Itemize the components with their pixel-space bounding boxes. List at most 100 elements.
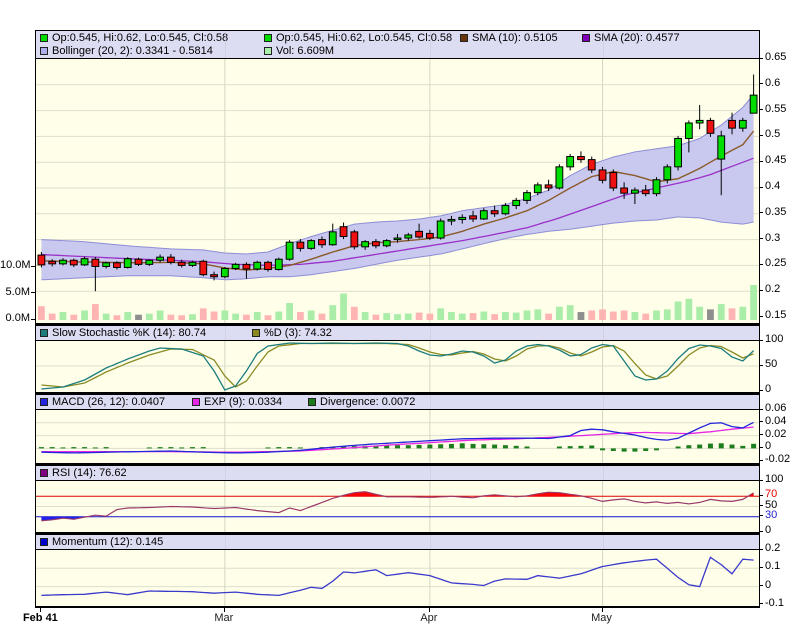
legend-gridline [224,395,226,409]
axis-label: -0.02 [765,453,791,466]
legend-row: Momentum (12): 0.145 [40,536,755,549]
legend-item-volume: Vol: 6.609M [264,45,334,57]
candle-body [641,189,650,195]
axis-label: 30 [765,508,778,521]
divergence-bar [686,445,692,449]
legend-item-momentum: Momentum (12): 0.145 [40,536,163,548]
candle-body [533,184,542,194]
candle-body [555,166,564,189]
candle-body [490,210,499,215]
volume-bar [48,313,56,320]
candle-body [253,261,262,270]
divergence-bar [600,448,606,451]
divergence-bar [675,446,681,449]
axis-tick [759,548,763,550]
candle-body [415,230,423,238]
candle-body [469,215,477,220]
volume-bar [264,315,272,320]
volume-bar [361,312,369,320]
axis-label: 0.3 [765,231,781,244]
axis-tick [759,109,763,111]
macd-plot [36,410,759,463]
axis-label: 0.04 [765,414,787,427]
divergence-bar [448,443,454,449]
divergence-bar [481,444,487,449]
divergence-bar [492,444,498,449]
volume-bar [750,285,758,320]
stochastic-plot [36,341,759,392]
divergence-bar [589,445,595,449]
volume-bar [707,309,714,320]
volume-bar [102,313,110,320]
volume-bar [415,312,423,320]
volume-bar [502,312,509,320]
candle-body [80,258,89,266]
candle-body [674,137,682,168]
candle-body [166,256,175,263]
axis-label: 50 [765,358,778,370]
divergence-bar [200,447,206,449]
volume-axis-label: 10.0M [0,259,31,271]
candle-body [285,241,294,260]
volume-bar [599,309,606,320]
sma20-swatch [582,34,590,42]
legend-gridline [429,326,431,340]
volume-bar [59,312,67,320]
volume-bar [480,311,488,320]
candle-body [328,231,337,246]
candle-body [587,159,596,171]
volume-bar [167,314,175,320]
candle-body [372,241,380,247]
stoch-d-swatch [252,329,260,337]
candle-body [577,156,585,161]
volume-bar [70,314,78,320]
volume-bar [38,306,45,320]
legend-gridline [602,31,604,58]
volume-bar [145,313,153,320]
axis-label: 0.65 [765,51,787,63]
rsi-legend: RSI (14): 76.62 [36,466,759,481]
divergence-bar [92,447,98,449]
volume-bar [653,310,660,320]
legend-gridline [429,466,431,480]
axis-tick [759,212,763,214]
candle-body [69,259,78,266]
candle-body [749,94,758,114]
divergence-bar [610,448,616,451]
legend-label-ohlc-1: Op:0.545, Hi:0.62, Lo:0.545, Cl:0.58 [52,32,229,44]
candle-body [501,205,510,215]
bollinger-band [41,94,754,280]
divergence-bar [395,445,401,449]
volume-bar [340,293,347,320]
axis-tick [759,434,763,436]
volume-bar [404,313,412,320]
legend-item-macd: MACD (26, 12): 0.0407 [40,396,192,408]
divergence-bar [276,447,282,449]
candle-body [458,216,467,220]
divergence-bar [416,444,422,449]
volume-bar [663,309,671,320]
axis-tick [759,446,763,448]
axis-tick [759,134,763,136]
divergence-bar [578,445,584,449]
volume-bar [350,306,358,320]
candle-body [350,231,359,248]
legend-label-sma20: SMA (20): 0.4577 [594,32,680,44]
candle-body [631,189,639,194]
axis-tick [759,364,763,366]
ohlc-2-swatch [264,34,272,42]
divergence-bar [60,447,66,449]
divergence-bar [653,448,659,451]
sma10-swatch [460,34,468,42]
axis-tick [759,238,763,240]
candle-body [361,241,370,248]
macd-legend: MACD (26, 12): 0.0407 EXP (9): 0.0334 Dive… [36,395,759,410]
axis-tick [31,318,35,320]
axis-label: 0.55 [765,102,787,115]
volume-bar [329,305,337,320]
divergence-bar [265,447,271,449]
axis-tick [759,389,763,391]
legend-gridline [224,326,226,340]
stock-chart: Op:0.545, Hi:0.62, Lo:0.545, Cl:0.58 Op:0… [0,0,800,640]
candle-body [728,119,736,129]
